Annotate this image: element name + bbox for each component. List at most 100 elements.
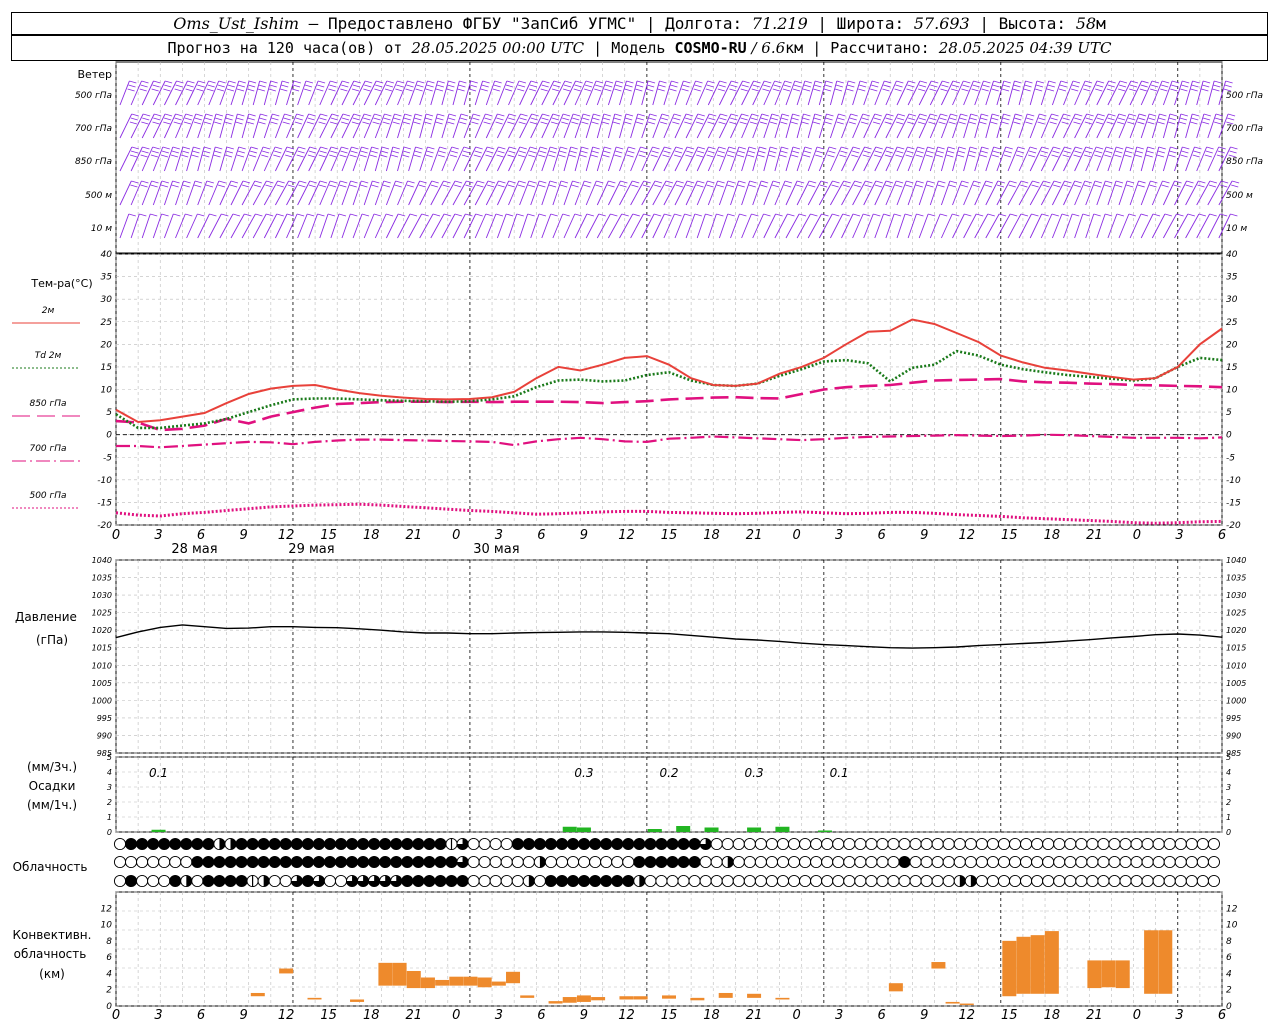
wind-barb xyxy=(974,113,989,139)
wind-barb-staff xyxy=(163,80,177,106)
wind-barb-staff xyxy=(730,113,742,139)
wind-barb-flag xyxy=(382,184,390,188)
wind-barb-flag xyxy=(505,84,514,88)
wind-barb-flag xyxy=(1205,150,1213,154)
cloud-row-high-symbol xyxy=(412,837,425,851)
wind-barb-staff xyxy=(918,113,931,139)
wind-barb-flag xyxy=(673,117,681,121)
wind-barb-flag xyxy=(1031,213,1039,217)
wind-barb-staff xyxy=(619,180,633,206)
cloud-circle xyxy=(975,855,988,869)
wind-barb-flag xyxy=(1139,113,1147,117)
cloud-circle xyxy=(323,837,337,851)
precip-title-3: (мм/1ч.) xyxy=(27,798,77,812)
cloud-row-high-symbol xyxy=(478,837,491,851)
wind-barb-flag xyxy=(550,213,558,217)
wind-barb-flag xyxy=(1106,121,1114,125)
wind-barb-flag xyxy=(308,184,317,188)
wind-barb xyxy=(541,80,562,106)
wind-barb-staff xyxy=(397,180,409,206)
wind-barb xyxy=(1007,80,1022,106)
wind-barb-flag xyxy=(520,113,528,117)
wind-barb-staff xyxy=(374,180,385,206)
cloud-circle xyxy=(224,874,237,888)
wind-barb-flag xyxy=(635,121,644,125)
wind-barb-flag xyxy=(791,150,800,154)
wind-barb-staff xyxy=(885,213,895,239)
wind-barb-flag xyxy=(195,113,203,117)
cloud-half xyxy=(959,875,966,887)
cloud-row-mid-symbol xyxy=(522,855,535,869)
wind-barb-flag xyxy=(280,88,288,92)
wind-barb-staff xyxy=(674,80,684,106)
wind-barb-flag xyxy=(296,154,304,158)
wind-barb-staff xyxy=(741,180,751,206)
wind-barb-staff xyxy=(874,213,884,239)
cloud-circle xyxy=(986,874,1000,888)
cloud-circle xyxy=(147,874,160,888)
wind-barb-flag xyxy=(214,117,223,121)
wind-barb-staff xyxy=(208,146,216,172)
wind-barb-flag xyxy=(670,84,678,88)
wind-barb-flag xyxy=(192,150,200,154)
wind-barb-flag xyxy=(1093,184,1102,188)
wind-barb-flag xyxy=(595,80,604,84)
cloud-circle xyxy=(500,855,513,869)
wind-barb-staff xyxy=(1018,80,1026,106)
wind-barb-flag xyxy=(1053,146,1061,150)
wind-barb xyxy=(197,113,213,139)
wind-barb-flag xyxy=(730,84,738,88)
wind-barb-staff xyxy=(885,146,898,172)
wind-barb xyxy=(508,146,527,172)
wind-barb-flag xyxy=(582,117,590,121)
wind-barb-flag xyxy=(590,154,598,158)
cloud-row-mid-symbol xyxy=(268,855,281,869)
cloud-row-low-symbol xyxy=(533,874,546,888)
wind-barb-staff xyxy=(952,146,960,172)
wind-barb-flag xyxy=(276,184,284,188)
wind-barb-staff xyxy=(430,146,441,172)
cloud-row-mid-symbol xyxy=(147,855,160,869)
wind-barb-flag xyxy=(296,213,305,217)
wind-barb xyxy=(574,180,592,206)
wind-barb xyxy=(730,146,746,172)
wind-barb-flag xyxy=(1119,80,1128,84)
wind-barb-staff xyxy=(519,113,533,139)
wind-barb-flag xyxy=(1025,80,1033,84)
wind-barb-flag xyxy=(1083,88,1091,92)
cloud-circle xyxy=(213,855,226,869)
wind-barb-flag xyxy=(626,154,634,158)
cloud-circle xyxy=(920,874,933,888)
wind-barb-flag xyxy=(1126,146,1134,150)
cloud-row-mid-symbol xyxy=(677,855,690,869)
wind-barb-flag xyxy=(1094,180,1103,184)
wind-barb-staff xyxy=(1107,113,1120,139)
wind-barb-flag xyxy=(484,117,492,121)
cloud-row-mid-symbol xyxy=(600,855,613,869)
wind-barb-flag xyxy=(1028,150,1037,154)
cloud-circle xyxy=(1053,855,1066,869)
wind-barb xyxy=(818,80,833,106)
wind-barb xyxy=(1151,146,1166,172)
cloud-row-low-symbol xyxy=(832,874,845,888)
convective-bar xyxy=(1002,940,1017,997)
wind-barb-flag xyxy=(592,146,600,150)
wind-barb-staff xyxy=(763,113,773,139)
cloud-row-low-symbol xyxy=(357,874,370,888)
wind-barb-staff xyxy=(141,213,151,239)
conv-tick-right: 0 xyxy=(1226,1002,1232,1012)
cloud-row-high-symbol xyxy=(688,837,701,851)
cloud-circle xyxy=(699,874,712,888)
wind-barb-flag xyxy=(591,150,599,154)
cloud-circle xyxy=(555,855,569,869)
wind-barb-flag xyxy=(317,84,325,88)
wind-barb-flag xyxy=(447,84,455,88)
wind-barb-flag xyxy=(895,154,903,158)
wind-barb-flag xyxy=(831,184,839,188)
wind-barb-staff xyxy=(1140,146,1148,172)
temp-hour-label: 21 xyxy=(1086,528,1103,543)
wind-barb-flag xyxy=(705,213,713,217)
wind-barb-staff xyxy=(186,213,198,239)
wind-barb-staff xyxy=(1207,180,1222,206)
cloud-half xyxy=(639,875,645,887)
